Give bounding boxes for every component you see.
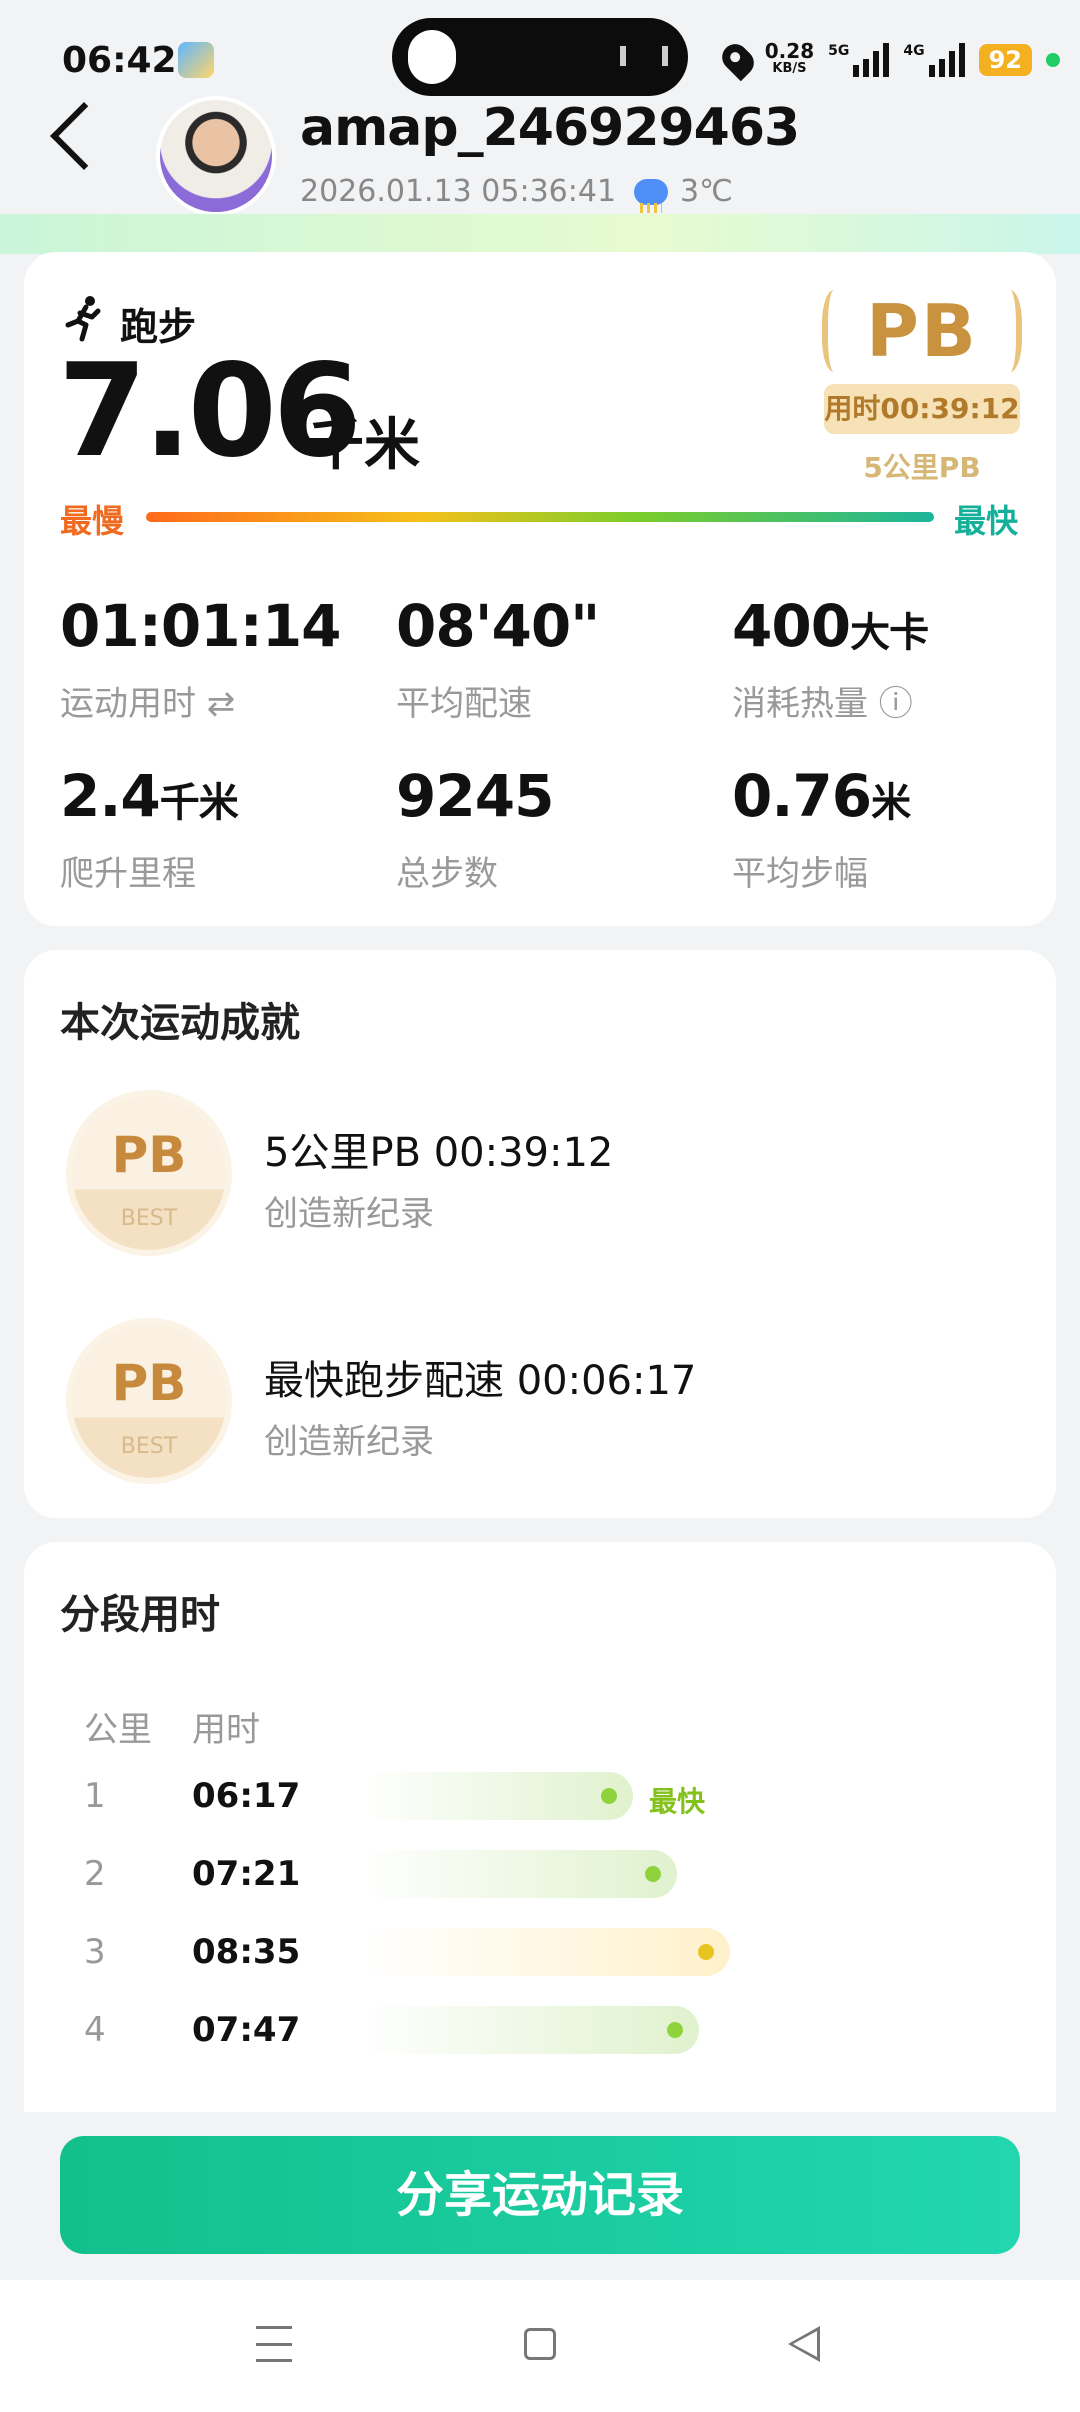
home-icon[interactable] [524,2328,556,2360]
menu-icon[interactable] [256,2326,292,2362]
split-dot [698,1944,714,1960]
split-km: 3 [84,1932,106,1972]
split-time: 06:17 [192,1776,301,1816]
split-km: 2 [84,1854,106,1894]
split-bar [360,1850,677,1898]
split-km: 1 [84,1776,106,1816]
split-dot [667,2022,683,2038]
split-dot [645,1866,661,1882]
split-fastest-tag: 最快 [649,1785,706,1818]
split-bar [360,1772,633,1820]
split-km: 4 [84,2010,106,2050]
splits-list: 1 06:17 最快 2 07:21 3 08:35 4 07:47 [0,0,1080,2112]
share-record-button[interactable]: 分享运动记录 [60,2136,1020,2254]
split-bar [360,2006,699,2054]
split-bar [360,1928,730,1976]
split-time: 07:47 [192,2010,301,2050]
split-time: 08:35 [192,1932,301,1972]
back-triangle-icon[interactable] [788,2326,820,2362]
split-time: 07:21 [192,1854,301,1894]
split-dot [601,1788,617,1804]
